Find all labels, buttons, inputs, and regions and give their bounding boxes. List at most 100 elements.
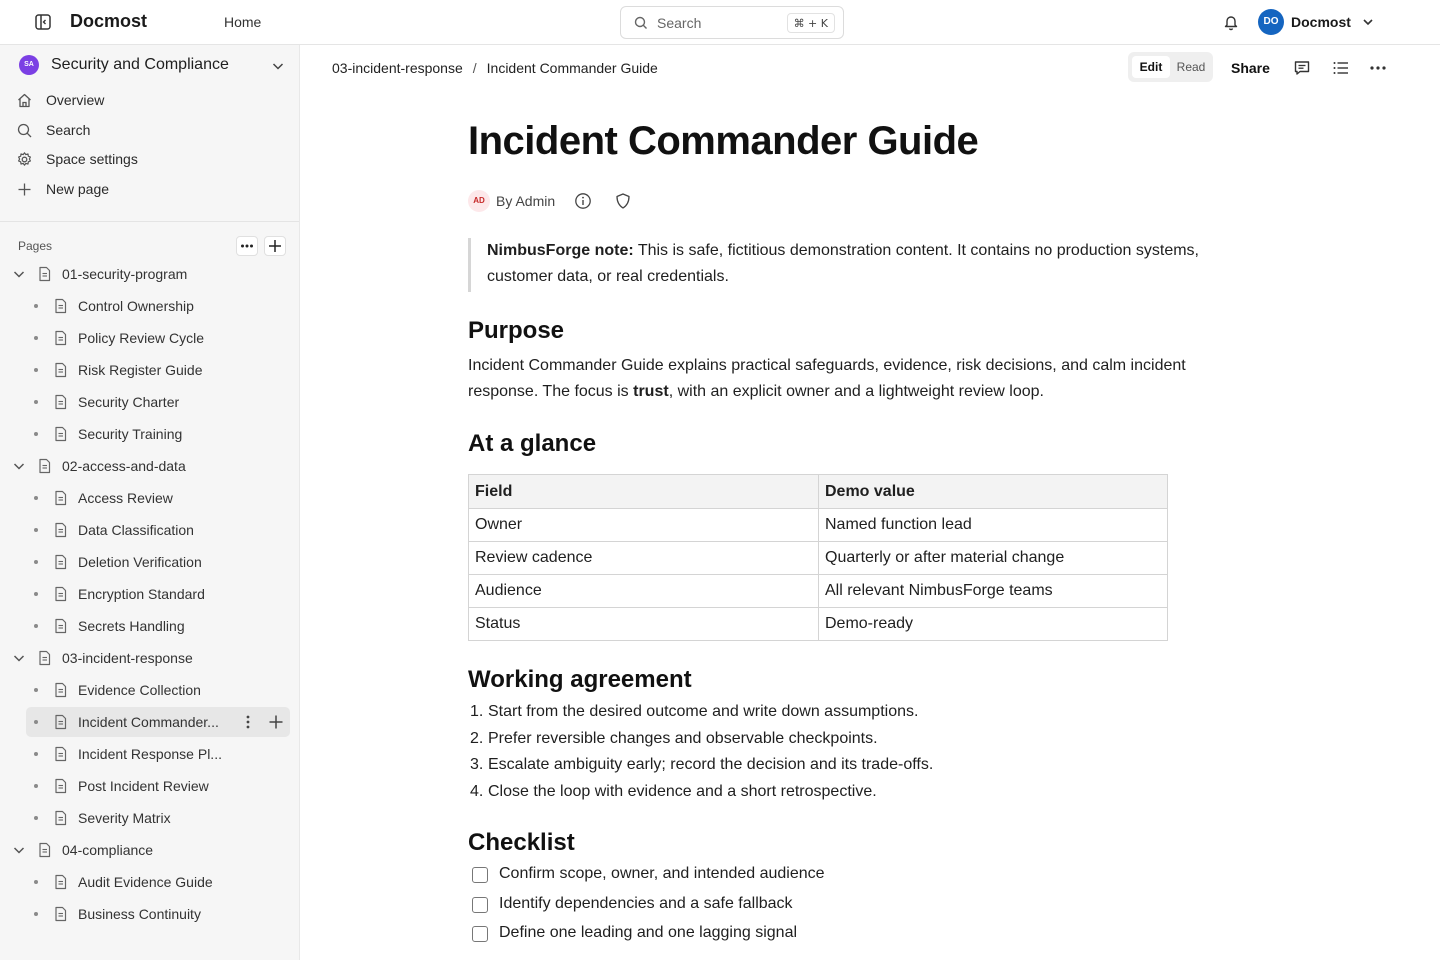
sidebar-item-label: Search: [46, 122, 91, 138]
sidebar-item-label: Overview: [46, 92, 105, 108]
breadcrumb-current[interactable]: Incident Commander Guide: [487, 60, 658, 76]
read-mode-button[interactable]: Read: [1172, 56, 1210, 78]
heading-checklist: Checklist: [468, 829, 575, 856]
purpose-bold-term: trust: [633, 383, 669, 400]
bullet-icon: [34, 368, 38, 372]
home-link[interactable]: Home: [224, 14, 261, 30]
sidebar-item-new-page[interactable]: New page: [16, 177, 286, 203]
document-icon: [55, 714, 67, 730]
plus-icon[interactable]: [268, 714, 284, 730]
sidebar-item-space-settings[interactable]: Space settings: [16, 147, 286, 173]
tree-page-item[interactable]: Data Classification: [10, 515, 290, 545]
tree-page-item[interactable]: Severity Matrix: [10, 803, 290, 833]
list-item: 2. Prefer reversible changes and observab…: [468, 726, 933, 753]
tree-page-item[interactable]: Policy Review Cycle: [10, 323, 290, 353]
table-of-contents-icon[interactable]: [1332, 59, 1350, 77]
task-checkbox[interactable]: [472, 926, 488, 942]
heading-at-a-glance: At a glance: [468, 430, 597, 457]
space-switcher[interactable]: SA Security and Compliance: [0, 45, 299, 89]
bullet-icon: [34, 880, 38, 884]
heading-purpose: Purpose: [468, 317, 565, 344]
tree-page-item[interactable]: Risk Register Guide: [10, 355, 290, 385]
tree-folder-item[interactable]: 04-compliance: [10, 835, 290, 865]
app-logo[interactable]: Docmost: [70, 11, 147, 32]
document-icon: [55, 810, 67, 826]
bell-icon[interactable]: [1221, 12, 1241, 32]
sidebar-item-overview[interactable]: Overview: [16, 88, 286, 114]
tree-page-item[interactable]: Evidence Collection: [10, 675, 290, 705]
purpose-paragraph: Incident Commander Guide explains practi…: [468, 353, 1228, 405]
list-item-text: Prefer reversible changes and observable…: [488, 729, 878, 747]
task-checkbox[interactable]: [472, 867, 488, 883]
tree-page-item[interactable]: Secrets Handling: [10, 611, 290, 641]
breadcrumb: 03-incident-response / Incident Commander …: [332, 60, 658, 76]
user-menu-label[interactable]: Docmost: [1291, 14, 1351, 30]
document-icon: [55, 778, 67, 794]
sidebar: SA Security and Compliance Overview Sear…: [0, 45, 300, 960]
tree-item-label: Security Training: [78, 426, 183, 442]
more-horizontal-icon[interactable]: [1369, 59, 1387, 77]
bullet-icon: [34, 336, 38, 340]
search-button[interactable]: Search ⌘ + K: [620, 6, 844, 39]
table-header-row: Field Demo value: [468, 474, 1168, 509]
more-vertical-icon[interactable]: [240, 714, 256, 730]
tree-folder-item[interactable]: 03-incident-response: [10, 643, 290, 673]
space-name: Security and Compliance: [51, 56, 229, 73]
user-avatar[interactable]: DO: [1258, 9, 1284, 35]
page-title[interactable]: Incident Commander Guide: [468, 119, 979, 164]
edit-mode-button[interactable]: Edit: [1132, 56, 1170, 78]
chevron-down-icon[interactable]: [12, 267, 26, 281]
shield-icon[interactable]: [614, 192, 632, 210]
tree-page-item[interactable]: Control Ownership: [10, 291, 290, 321]
search-icon: [634, 16, 647, 29]
tree-page-item[interactable]: Access Review: [10, 483, 290, 513]
chevron-down-icon[interactable]: [12, 843, 26, 857]
list-number: 4.: [470, 782, 484, 800]
chevron-down-icon[interactable]: [12, 459, 26, 473]
author-label: By Admin: [496, 193, 556, 209]
bullet-icon: [34, 816, 38, 820]
bullet-icon: [34, 400, 38, 404]
table-row: Review cadence Quarterly or after materi…: [468, 541, 1168, 575]
table-cell: All relevant NimbusForge teams: [818, 574, 1168, 608]
table-row: Owner Named function lead: [468, 508, 1168, 542]
sidebar-toggle-icon[interactable]: [33, 12, 53, 32]
list-number: 1.: [470, 703, 484, 720]
info-icon[interactable]: [574, 192, 592, 210]
share-button[interactable]: Share: [1231, 60, 1270, 76]
tree-page-item[interactable]: Incident Response Pl...: [10, 739, 290, 769]
tree-page-item[interactable]: Deletion Verification: [10, 547, 290, 577]
tree-page-item[interactable]: Audit Evidence Guide: [10, 867, 290, 897]
breadcrumb-parent[interactable]: 03-incident-response: [332, 60, 463, 76]
tree-page-item[interactable]: Post Incident Review: [10, 771, 290, 801]
comment-icon[interactable]: [1293, 59, 1311, 77]
chevron-down-icon[interactable]: [1360, 14, 1376, 30]
tree-page-item[interactable]: Incident Commander...: [26, 707, 290, 737]
chevron-down-icon[interactable]: [12, 651, 26, 665]
table-cell: Audience: [468, 574, 819, 608]
tree-page-item[interactable]: Business Continuity: [10, 899, 290, 929]
tree-page-item[interactable]: Security Charter: [10, 387, 290, 417]
task-checkbox[interactable]: [472, 896, 488, 913]
tree-folder-item[interactable]: 02-access-and-data: [10, 451, 290, 481]
tree-page-item[interactable]: Encryption Standard: [10, 579, 290, 609]
tree-item-label: Severity Matrix: [78, 810, 171, 826]
chevron-down-icon[interactable]: [270, 58, 286, 74]
sidebar-item-search[interactable]: Search: [16, 118, 286, 144]
sidebar-item-label: New page: [46, 181, 110, 197]
table-cell: Demo-ready: [818, 607, 1168, 641]
add-page-button[interactable]: [264, 236, 286, 256]
tree-item-label: 01-security-program: [62, 266, 188, 282]
bullet-icon: [34, 912, 38, 916]
tree-item-label: Evidence Collection: [78, 682, 201, 698]
bullet-icon: [34, 496, 38, 500]
tree-folder-item[interactable]: 01-security-program: [10, 259, 290, 289]
document-icon: [55, 298, 67, 314]
sidebar-item-label: Space settings: [46, 151, 138, 167]
tree-item-label: Access Review: [78, 490, 173, 506]
pages-more-button[interactable]: [236, 236, 258, 256]
tree-item-label: Control Ownership: [78, 298, 194, 314]
bullet-icon: [34, 560, 38, 564]
list-item-text: Close the loop with evidence and a short…: [488, 782, 877, 800]
tree-page-item[interactable]: Security Training: [10, 419, 290, 449]
